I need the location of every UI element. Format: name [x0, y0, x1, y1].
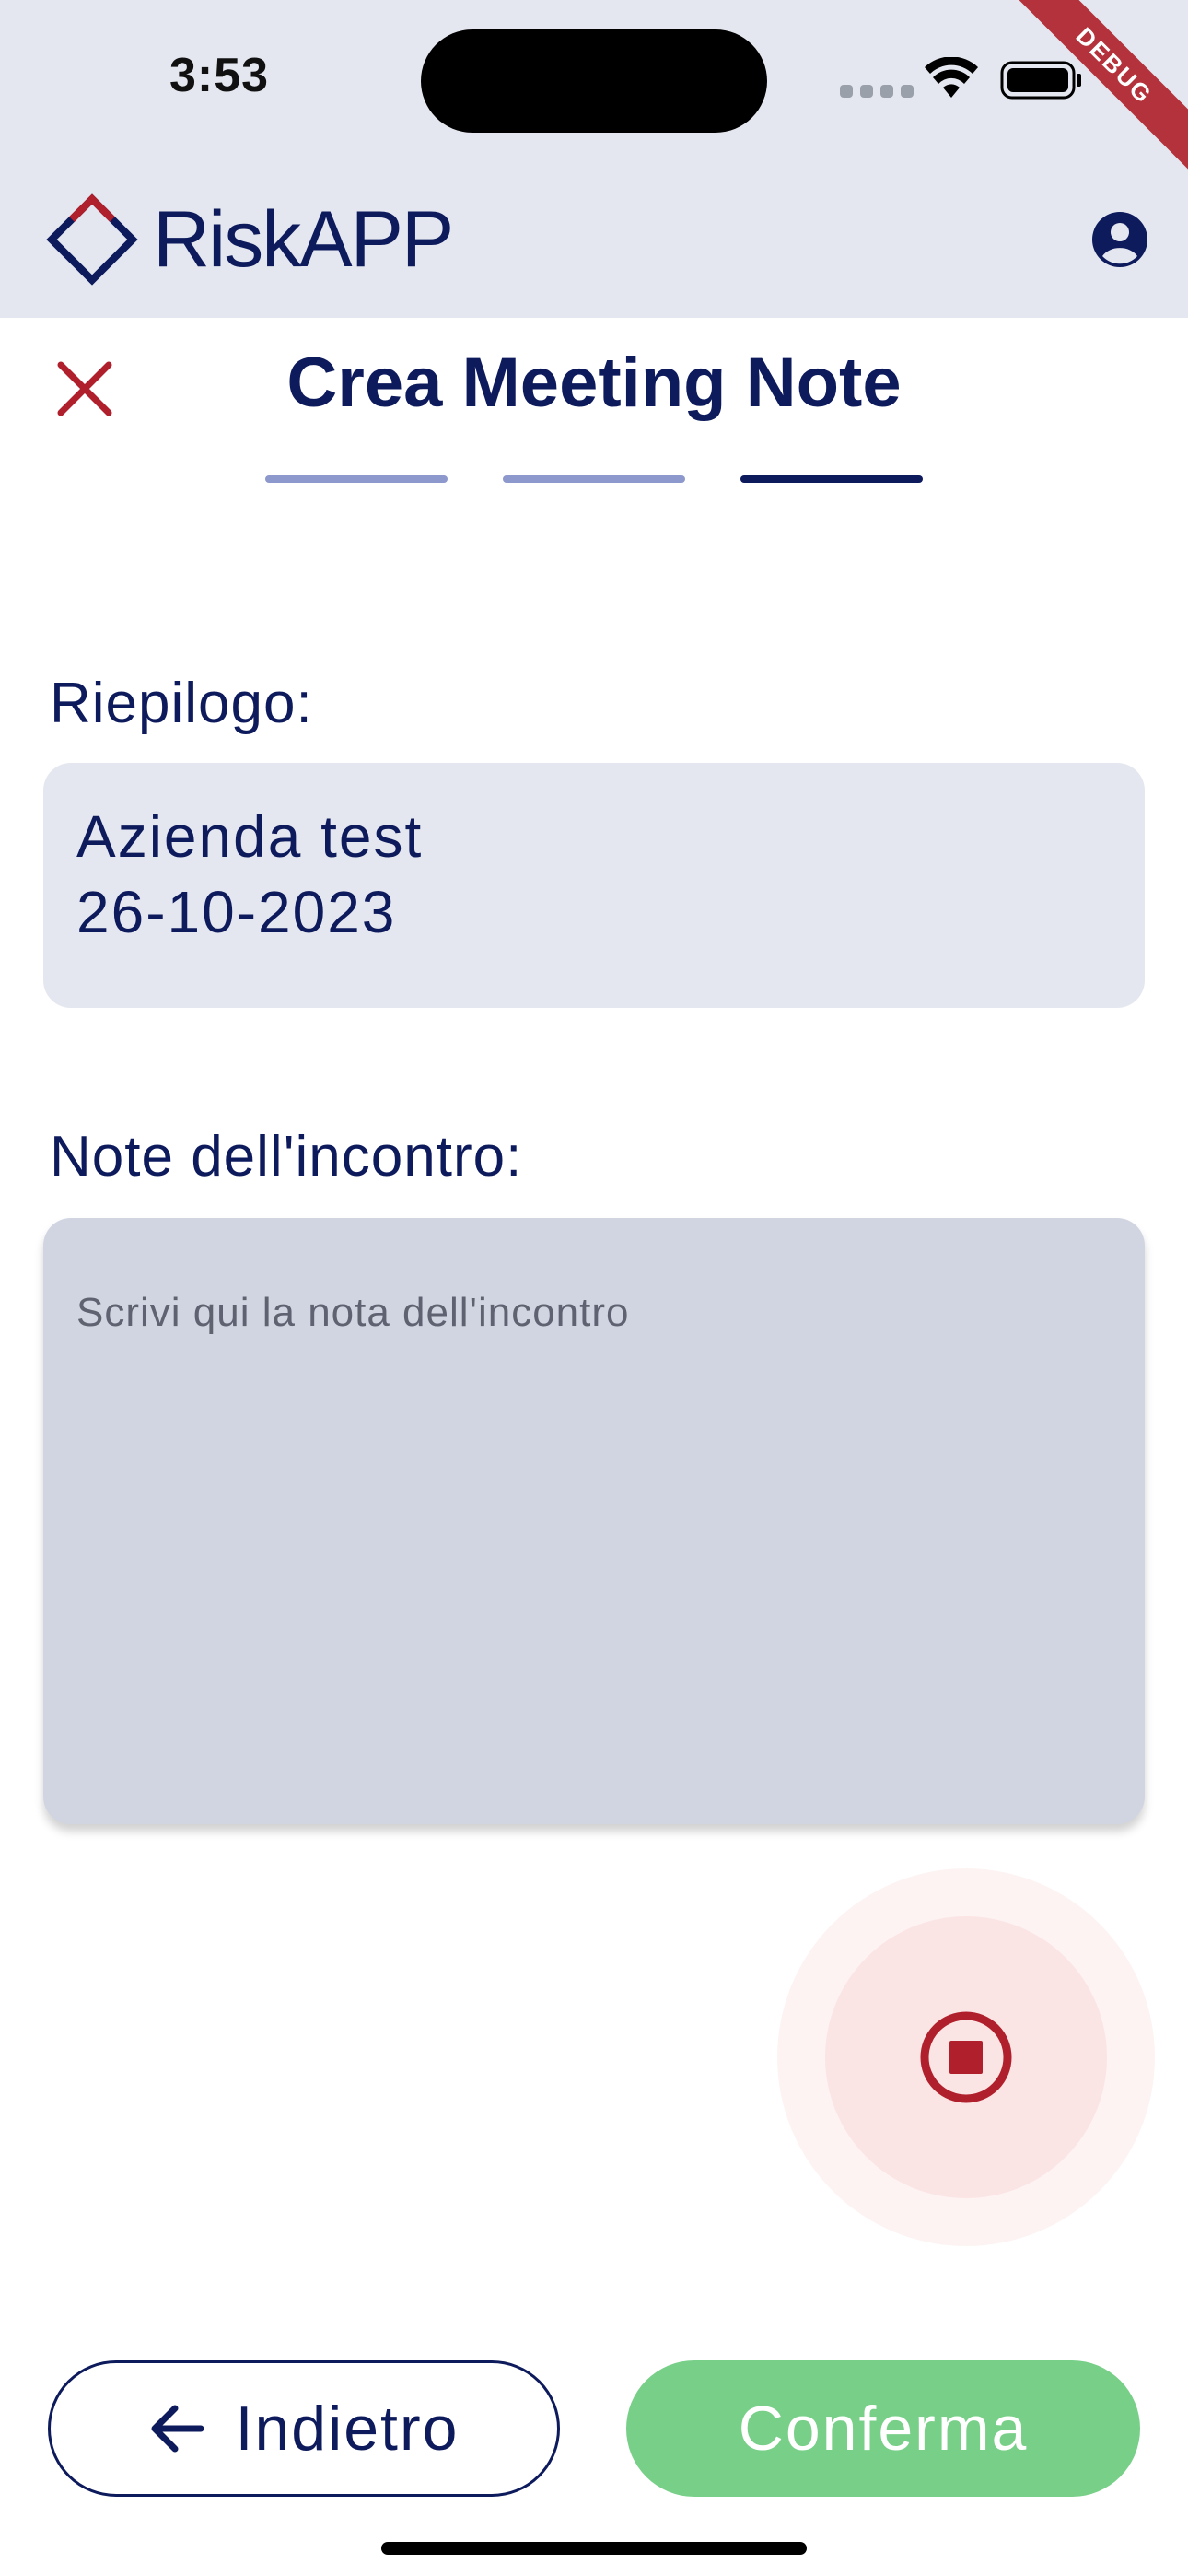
- confirm-button-label: Conferma: [738, 2394, 1029, 2464]
- battery-icon: [1000, 61, 1081, 100]
- notes-label: Note dell'incontro:: [50, 1125, 523, 1188]
- step-indicator-3: [740, 475, 923, 483]
- logo-diamond-icon: [46, 193, 138, 286]
- summary-label: Riepilogo:: [50, 672, 313, 735]
- account-circle-icon[interactable]: [1090, 210, 1149, 269]
- back-button-label: Indietro: [235, 2394, 460, 2464]
- app-logo: RiskAPP: [44, 192, 454, 287]
- dynamic-island: [421, 29, 767, 133]
- summary-date: 26-10-2023: [76, 879, 397, 945]
- step-indicator-2: [503, 475, 685, 483]
- back-button[interactable]: Indietro: [48, 2360, 560, 2497]
- app-bar: 3:53 DEBUG RiskAPP: [0, 0, 1188, 318]
- meeting-note-input[interactable]: [43, 1218, 1145, 1824]
- confirm-button[interactable]: Conferma: [626, 2360, 1140, 2497]
- stop-circle-icon[interactable]: [919, 2010, 1013, 2104]
- status-time: 3:53: [169, 49, 270, 102]
- summary-card: Azienda test 26-10-2023: [43, 763, 1145, 1008]
- home-indicator: [381, 2542, 807, 2555]
- arrow-left-icon: [151, 2405, 204, 2453]
- step-indicator-1: [265, 475, 448, 483]
- wifi-icon: [925, 57, 978, 98]
- page-title: Crea Meeting Note: [286, 344, 902, 422]
- logo-text: RiskAPP: [153, 194, 454, 284]
- cellular-signal-icon: [840, 85, 917, 98]
